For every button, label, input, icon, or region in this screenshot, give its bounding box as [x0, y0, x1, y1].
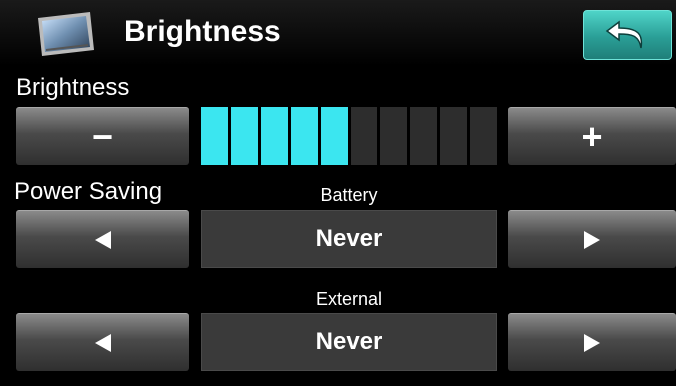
plus-icon: +: [581, 115, 603, 157]
external-value: Never: [201, 313, 497, 371]
header-bar: Brightness: [0, 0, 676, 66]
brightness-level-segment[interactable]: [440, 107, 468, 165]
brightness-level-segment[interactable]: [470, 107, 498, 165]
brightness-level-segment[interactable]: [320, 107, 348, 165]
brightness-level-segment[interactable]: [350, 107, 378, 165]
brightness-level-segment[interactable]: [260, 107, 288, 165]
brightness-level-segment[interactable]: [380, 107, 408, 165]
back-arrow-icon: [605, 20, 642, 49]
external-label: External: [315, 289, 383, 309]
brightness-level-segment[interactable]: [201, 107, 228, 165]
back-button[interactable]: [583, 10, 672, 60]
brightness-level-segment[interactable]: [410, 107, 438, 165]
battery-previous-button[interactable]: [16, 210, 189, 268]
external-next-button[interactable]: [508, 313, 676, 371]
battery-next-button[interactable]: [508, 210, 676, 268]
brightness-increase-button[interactable]: +: [508, 107, 676, 165]
battery-label: Battery: [320, 185, 378, 205]
right-arrow-icon: [584, 333, 600, 352]
minus-icon: −: [91, 115, 114, 157]
right-arrow-icon: [584, 230, 600, 249]
brightness-level-bar[interactable]: [201, 107, 498, 165]
left-arrow-icon: [94, 230, 111, 249]
external-previous-button[interactable]: [16, 313, 189, 371]
power-saving-label: Power Saving: [14, 178, 163, 205]
display-icon: [38, 12, 94, 56]
brightness-label: Brightness: [16, 74, 130, 101]
battery-value: Never: [201, 210, 497, 268]
page-title: Brightness: [124, 15, 281, 48]
brightness-level-segment[interactable]: [290, 107, 318, 165]
brightness-decrease-button[interactable]: −: [16, 107, 189, 165]
left-arrow-icon: [94, 333, 111, 352]
brightness-level-segment[interactable]: [230, 107, 258, 165]
